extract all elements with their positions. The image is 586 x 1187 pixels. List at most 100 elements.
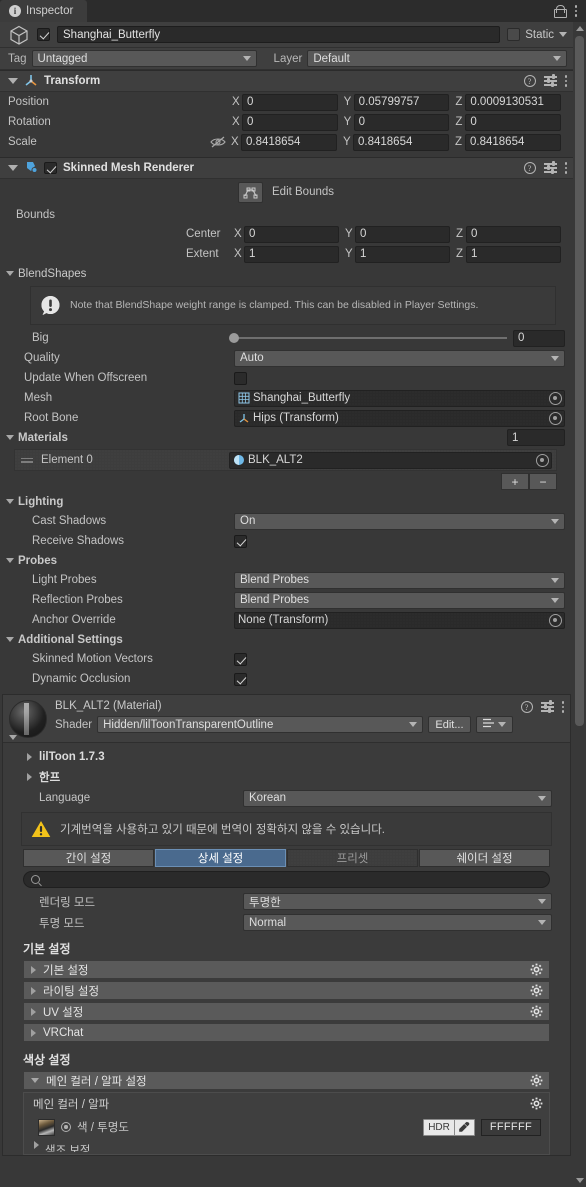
scrollbar-thumb[interactable] <box>575 36 584 726</box>
material-variant-menu-button[interactable] <box>475 716 513 733</box>
tab-preset[interactable]: 프리셋 <box>287 849 418 867</box>
material-element-row[interactable]: Element 0 BLK_ALT2 <box>14 449 557 471</box>
blendshape-value-input[interactable]: 0 <box>513 329 565 347</box>
bounds-extent-z-input[interactable]: 1 <box>466 245 561 263</box>
language-dropdown[interactable]: Korean <box>243 789 552 807</box>
rotation-x-input[interactable]: 0 <box>242 113 338 131</box>
mesh-object-field[interactable]: Shanghai_Butterfly <box>234 389 565 407</box>
tab-shader-settings[interactable]: 쉐이더 설정 <box>419 849 550 867</box>
object-picker-icon[interactable] <box>549 411 562 425</box>
scale-x-input[interactable]: 0.8418654 <box>241 133 337 151</box>
partial-row-hue-correction[interactable]: 색조 보정 <box>24 1138 549 1152</box>
foldout-main-color-alpha-settings[interactable]: 메인 컬러 / 알파 설정 <box>23 1071 550 1090</box>
gear-icon[interactable] <box>530 1097 543 1110</box>
smr-enabled-checkbox[interactable] <box>44 162 57 174</box>
root-bone-object-field[interactable]: Hips (Transform) <box>234 409 565 427</box>
gameobject-name-input[interactable]: Shanghai_Butterfly <box>57 26 501 43</box>
object-picker-icon[interactable] <box>536 453 549 467</box>
transform-component-header[interactable]: Transform ? <box>0 70 573 92</box>
lock-icon[interactable] <box>553 4 567 18</box>
materials-foldout[interactable]: Materials 1 <box>0 428 573 447</box>
static-dropdown-icon[interactable] <box>559 32 567 37</box>
help-icon[interactable]: ? <box>520 701 533 713</box>
object-picker-icon[interactable] <box>549 613 562 627</box>
shader-dropdown[interactable]: Hidden/lilToonTransparentOutline <box>97 716 424 733</box>
foldout-basic-settings[interactable]: 기본 설정 <box>23 960 550 979</box>
position-y-input[interactable]: 0.05799757 <box>353 93 450 111</box>
static-checkbox[interactable] <box>507 28 521 41</box>
receive-shadows-checkbox[interactable] <box>234 534 247 548</box>
edit-bounds-button[interactable] <box>238 181 263 203</box>
foldout-vrchat[interactable]: VRChat <box>23 1023 550 1042</box>
scroll-down-button[interactable] <box>573 1174 586 1187</box>
quality-dropdown[interactable]: Auto <box>234 349 565 367</box>
gear-icon[interactable] <box>530 1005 543 1018</box>
foldout-lighting-settings[interactable]: 라이팅 설정 <box>23 981 550 1000</box>
gear-icon[interactable] <box>530 963 543 976</box>
scale-z-input[interactable]: 0.8418654 <box>465 133 561 151</box>
help-icon[interactable]: ? <box>523 162 536 174</box>
dynamic-occlusion-checkbox[interactable] <box>234 672 247 686</box>
liltoon-version-foldout[interactable]: lilToon 1.7.3 <box>7 747 566 767</box>
rotation-y-input[interactable]: 0 <box>353 113 450 131</box>
eyedropper-icon[interactable] <box>454 1118 475 1136</box>
property-toggle-icon[interactable] <box>61 1122 71 1132</box>
shader-edit-button[interactable]: Edit... <box>428 716 471 733</box>
kebab-menu-icon[interactable] <box>561 701 564 713</box>
skinned-motion-vectors-checkbox[interactable] <box>234 652 247 666</box>
remove-material-button[interactable]: − <box>529 473 557 490</box>
material-element-object-field[interactable]: BLK_ALT2 <box>229 451 552 469</box>
object-picker-icon[interactable] <box>549 391 562 405</box>
add-material-button[interactable]: + <box>501 473 529 490</box>
tab-simple-settings[interactable]: 간이 설정 <box>23 849 154 867</box>
slider-knob[interactable] <box>229 333 239 343</box>
gear-icon[interactable] <box>530 984 543 997</box>
rotation-z-input[interactable]: 0 <box>465 113 562 131</box>
position-x-input[interactable]: 0 <box>242 93 338 111</box>
bounds-center-y-input[interactable]: 0 <box>355 225 450 243</box>
preset-icon[interactable] <box>543 161 557 174</box>
kebab-menu-icon[interactable] <box>564 75 567 87</box>
probes-foldout[interactable]: Probes <box>0 551 573 570</box>
cast-shadows-dropdown[interactable]: On <box>234 512 565 530</box>
position-z-input[interactable]: 0.0009130531 <box>465 93 562 111</box>
blendshapes-foldout[interactable]: BlendShapes <box>0 264 573 283</box>
drag-handle-icon[interactable] <box>21 457 33 463</box>
light-probes-dropdown[interactable]: Blend Probes <box>234 571 565 589</box>
kebab-menu-icon[interactable] <box>574 5 577 17</box>
bounds-center-z-input[interactable]: 0 <box>466 225 561 243</box>
help-foldout[interactable]: 한프 <box>7 767 566 787</box>
smr-component-header[interactable]: Skinned Mesh Renderer ? <box>0 157 573 179</box>
blendshape-slider[interactable] <box>229 333 507 343</box>
foldout-uv-settings[interactable]: UV 설정 <box>23 1002 550 1021</box>
preset-icon[interactable] <box>540 700 554 713</box>
render-mode-dropdown[interactable]: 투명한 <box>243 893 552 910</box>
material-expand-icon[interactable] <box>9 735 17 740</box>
transform-foldout-icon[interactable] <box>8 78 18 84</box>
bounds-extent-x-input[interactable]: 1 <box>244 245 339 263</box>
scroll-up-button[interactable] <box>573 22 586 35</box>
anchor-override-object-field[interactable]: None (Transform) <box>234 611 565 629</box>
smr-foldout-icon[interactable] <box>8 165 18 171</box>
reflection-probes-dropdown[interactable]: Blend Probes <box>234 591 565 609</box>
additional-settings-foldout[interactable]: Additional Settings <box>0 630 573 649</box>
kebab-menu-icon[interactable] <box>564 162 567 174</box>
vertical-scrollbar[interactable] <box>573 22 586 1187</box>
material-search-input[interactable] <box>23 871 550 888</box>
lighting-foldout[interactable]: Lighting <box>0 492 573 511</box>
gameobject-enabled-checkbox[interactable] <box>37 28 50 41</box>
bounds-extent-y-input[interactable]: 1 <box>355 245 450 263</box>
texture-thumbnail[interactable] <box>38 1118 55 1136</box>
tab-inspector[interactable]: i Inspector <box>0 0 88 22</box>
tab-detailed-settings[interactable]: 상세 설정 <box>155 849 286 867</box>
tag-dropdown[interactable]: Untagged <box>31 50 257 67</box>
bounds-center-x-input[interactable]: 0 <box>244 225 339 243</box>
transparent-mode-dropdown[interactable]: Normal <box>243 914 552 931</box>
layer-dropdown[interactable]: Default <box>307 50 567 67</box>
constrain-proportions-off-icon[interactable] <box>210 136 226 148</box>
preset-icon[interactable] <box>543 74 557 87</box>
color-hex-swatch[interactable]: FFFFFF <box>480 1118 541 1136</box>
update-offscreen-checkbox[interactable] <box>234 371 247 385</box>
scale-y-input[interactable]: 0.8418654 <box>353 133 449 151</box>
gear-icon[interactable] <box>530 1074 543 1087</box>
